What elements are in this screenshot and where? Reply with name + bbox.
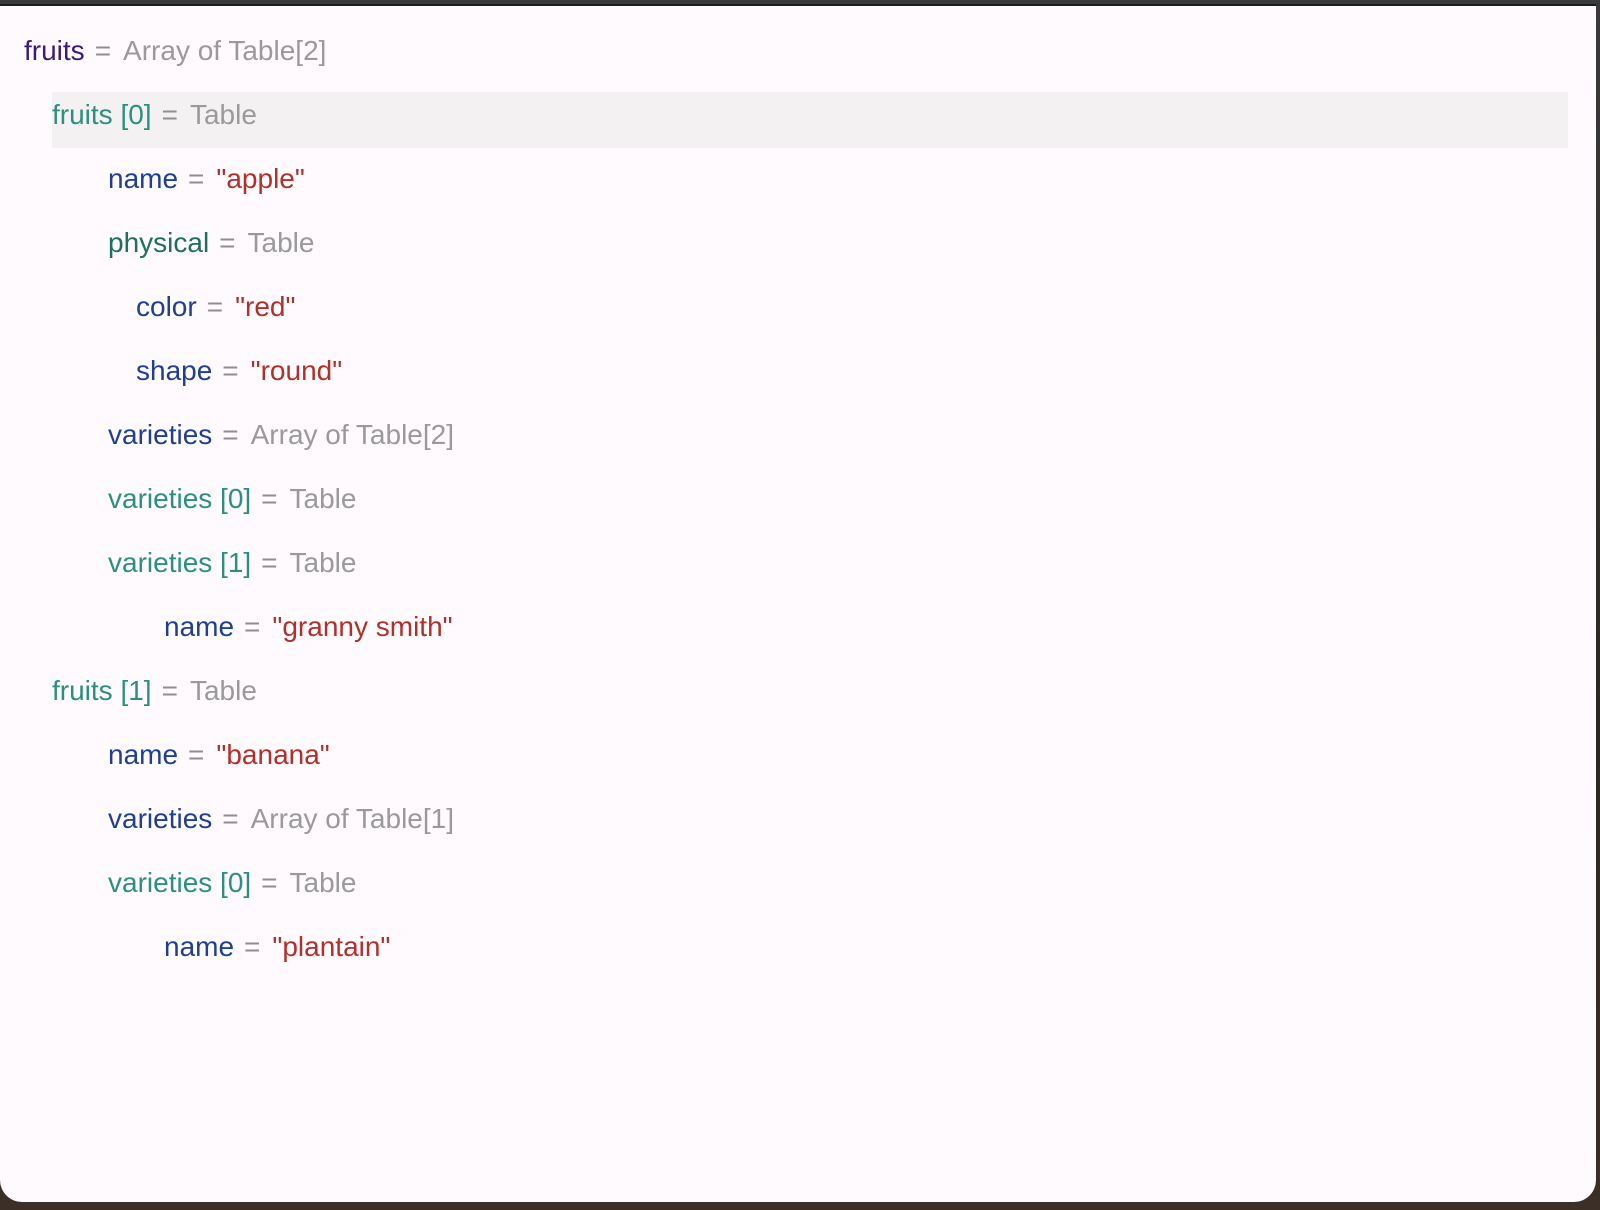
tree-key: varieties <box>108 419 213 450</box>
tree-key: varieties [0] <box>108 867 252 898</box>
tree-type: Table <box>289 483 357 514</box>
equals-sign: = <box>244 931 261 962</box>
equals-sign: = <box>261 867 278 898</box>
tree-string-value: "plantain" <box>272 931 391 962</box>
tree-row-fruits-1[interactable]: fruits [1] = Table <box>0 660 1596 724</box>
tree-type: Array of Table[2] <box>250 419 454 450</box>
tree-string-value: "round" <box>250 355 343 386</box>
equals-sign: = <box>222 355 239 386</box>
tree-key: name <box>108 163 179 194</box>
toml-viewer-window: fruits = Array of Table[2] fruits [0] = Tabl… <box>0 4 1596 1202</box>
equals-sign: = <box>222 419 239 450</box>
tree-type: Table <box>189 99 257 130</box>
tree-key: varieties [1] <box>108 547 252 578</box>
tree-type: Table <box>289 867 357 898</box>
tree-type: Table <box>247 227 315 258</box>
tree-type: Array of Table[1] <box>250 803 454 834</box>
equals-sign: = <box>222 803 239 834</box>
toml-tree: fruits = Array of Table[2] fruits [0] = Tabl… <box>0 20 1596 980</box>
equals-sign: = <box>188 163 205 194</box>
tree-row-varieties[interactable]: varieties = Array of Table[2] <box>0 404 1596 468</box>
equals-sign: = <box>261 483 278 514</box>
tree-key: fruits [0] <box>52 99 152 130</box>
tree-row-physical[interactable]: physical = Table <box>0 212 1596 276</box>
tree-row-varieties-1[interactable]: varieties [1] = Table <box>0 532 1596 596</box>
tree-row-color[interactable]: color = "red" <box>0 276 1596 340</box>
equals-sign: = <box>161 675 178 706</box>
tree-row-varieties-banana-0[interactable]: varieties [0] = Table <box>0 852 1596 916</box>
tree-row-varieties-banana[interactable]: varieties = Array of Table[1] <box>0 788 1596 852</box>
equals-sign: = <box>244 611 261 642</box>
tree-key: fruits [1] <box>52 675 152 706</box>
tree-type: Array of Table[2] <box>123 35 327 66</box>
equals-sign: = <box>94 35 112 66</box>
tree-key: varieties [0] <box>108 483 252 514</box>
tree-row-name-plantain[interactable]: name = "plantain" <box>0 916 1596 980</box>
tree-key: physical <box>108 227 210 258</box>
tree-row-name-granny-smith[interactable]: name = "granny smith" <box>0 596 1596 660</box>
tree-type: Table <box>189 675 257 706</box>
equals-sign: = <box>206 291 224 322</box>
tree-string-value: "apple" <box>216 163 305 194</box>
tree-key: fruits <box>24 35 85 66</box>
tree-row-name-banana[interactable]: name = "banana" <box>0 724 1596 788</box>
equals-sign: = <box>219 227 236 258</box>
equals-sign: = <box>261 547 278 578</box>
tree-string-value: "granny smith" <box>272 611 453 642</box>
equals-sign: = <box>161 99 178 130</box>
tree-key: shape <box>136 355 213 386</box>
tree-string-value: "red" <box>235 291 296 322</box>
tree-key: name <box>164 931 235 962</box>
tree-key: name <box>108 739 179 770</box>
tree-key: varieties <box>108 803 213 834</box>
tree-row-varieties-0[interactable]: varieties [0] = Table <box>0 468 1596 532</box>
tree-type: Table <box>289 547 357 578</box>
tree-key: color <box>136 291 197 322</box>
equals-sign: = <box>188 739 205 770</box>
tree-string-value: "banana" <box>216 739 330 770</box>
selection-highlight <box>52 92 1568 148</box>
tree-row-fruits-0[interactable]: fruits [0] = Table <box>0 84 1596 148</box>
tree-key: name <box>164 611 235 642</box>
tree-row-name-apple[interactable]: name = "apple" <box>0 148 1596 212</box>
tree-row-fruits[interactable]: fruits = Array of Table[2] <box>0 20 1596 84</box>
tree-row-shape[interactable]: shape = "round" <box>0 340 1596 404</box>
